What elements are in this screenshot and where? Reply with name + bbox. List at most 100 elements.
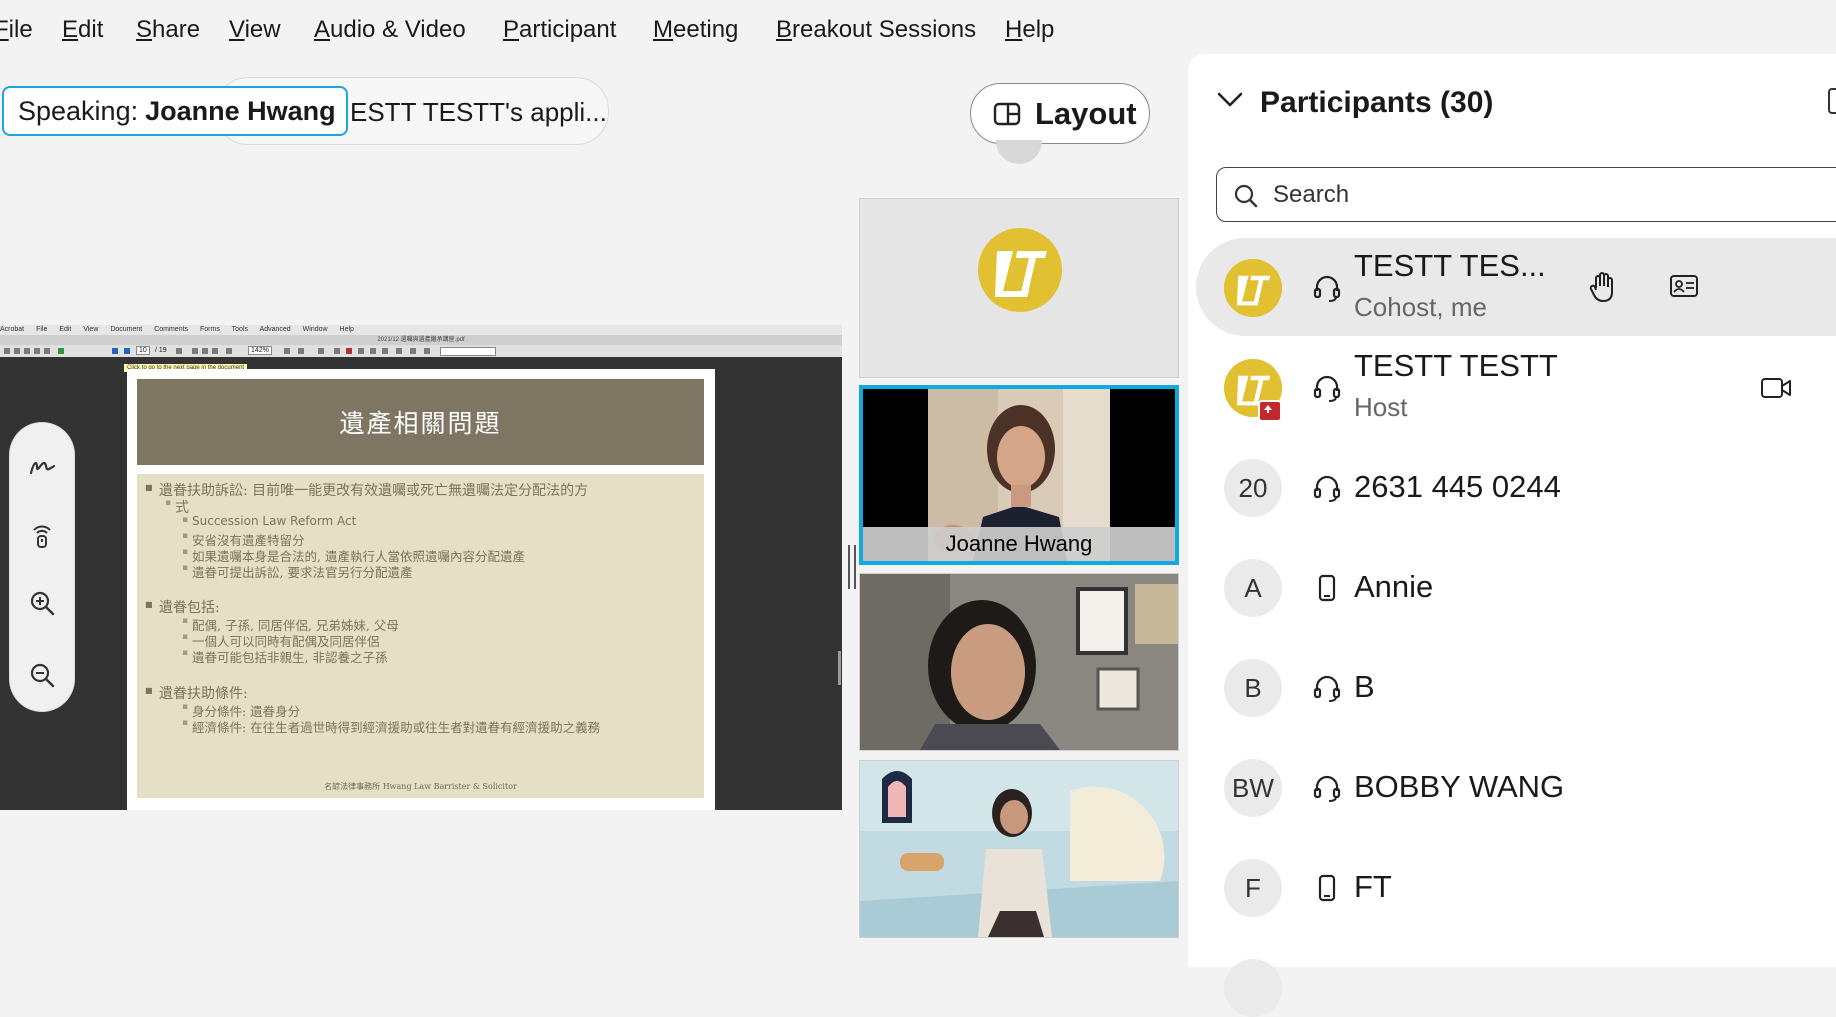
participant-row[interactable]: F FT: [1196, 838, 1836, 936]
headset-icon: [1313, 775, 1341, 802]
laser-pointer-icon[interactable]: [26, 519, 58, 551]
participant-role: Cohost, me: [1354, 292, 1487, 322]
search-icon: [1234, 184, 1258, 208]
zoom-out-icon[interactable]: [26, 659, 58, 691]
acrobat-menu-item: Comments: [154, 326, 189, 333]
layout-icon: [993, 102, 1021, 125]
menu-bar: File Edit Share View Audio & Video Parti…: [0, 0, 1190, 64]
menu-help[interactable]: Help: [1005, 16, 1054, 44]
video-feed: [860, 574, 1178, 750]
menu-edit[interactable]: Edit: [62, 16, 103, 44]
phone-icon: [1318, 874, 1336, 902]
sharing-label: ESTT TESTT's appli...: [350, 97, 607, 127]
speaking-name: Joanne Hwang: [145, 95, 336, 126]
slide-body: 遺眷扶助訴訟: 目前唯一能更改有效遺囑或死亡無遺囑法定分配法的方 式 Succe…: [137, 474, 704, 798]
slide-sub-bullet: 遺眷可能包括非親生, 非認養之子孫: [182, 647, 387, 666]
participant-name: TESTT TES...: [1354, 248, 1546, 283]
participant-role: Host: [1354, 392, 1408, 422]
acrobat-toolbar: 10 / 19 142%: [0, 345, 842, 357]
company-logo-avatar: [978, 228, 1062, 312]
participants-panel: Participants (30) TESTT TES... Cohost, m…: [1188, 54, 1836, 1017]
raise-hand-icon[interactable]: [1588, 270, 1618, 304]
video-tile-avatar[interactable]: [859, 198, 1179, 378]
slide-sub-bullet: 經濟條件: 在往生者過世時得到經濟援助或往生者對遺眷有經濟援助之義務: [182, 717, 600, 736]
video-tile-active-speaker[interactable]: Joanne Hwang: [859, 385, 1179, 565]
layout-button[interactable]: Layout: [970, 83, 1150, 144]
id-card-icon[interactable]: [1669, 274, 1699, 298]
participant-avatar: 20: [1224, 459, 1282, 517]
participant-avatar-partial: [1224, 959, 1282, 1017]
menu-audio-video[interactable]: Audio & Video: [314, 16, 466, 44]
acrobat-menu-item: Document: [110, 326, 143, 333]
participant-row[interactable]: A Annie: [1196, 538, 1836, 636]
menu-view[interactable]: View: [229, 16, 281, 44]
participant-avatar: B: [1224, 659, 1282, 717]
menu-participant[interactable]: Participant: [503, 16, 616, 44]
slide-sub-bullet: 遺眷可提出訴訟, 要求法官另行分配遺產: [182, 562, 412, 581]
shared-screen[interactable]: Acrobat File Edit View Document Comments…: [0, 325, 842, 810]
chevron-down-icon[interactable]: [1216, 90, 1244, 110]
acrobat-page-total: / 19: [155, 347, 167, 354]
pen-icon[interactable]: [26, 451, 58, 483]
slide-bullet-continuation: 式: [165, 497, 189, 517]
zoom-in-icon[interactable]: [26, 587, 58, 619]
splitter-handle[interactable]: [848, 545, 856, 589]
headset-icon: [1313, 275, 1341, 302]
headset-icon: [1313, 475, 1341, 502]
layout-label: Layout: [1035, 95, 1137, 131]
acrobat-page-input: 10: [136, 346, 150, 355]
annotation-toolbar: [10, 423, 74, 711]
acrobat-menu-item: View: [83, 326, 99, 333]
headset-icon: [1313, 375, 1341, 402]
popout-icon[interactable]: [1828, 88, 1836, 114]
participant-row[interactable]: B B: [1196, 638, 1836, 736]
search-input[interactable]: [1271, 178, 1795, 212]
headset-icon: [1313, 675, 1341, 702]
slide-bullet: 遺眷扶助條件:: [145, 683, 248, 703]
participant-name: Annie: [1354, 569, 1434, 604]
video-feed: [860, 761, 1178, 937]
menu-share[interactable]: Share: [136, 16, 200, 44]
participant-name: TESTT TESTT: [1354, 348, 1558, 383]
participant-avatar: BW: [1224, 759, 1282, 817]
acrobat-window-title: 2021/12 遺囑與遺產繼承講座.pdf: [0, 335, 842, 345]
acrobat-menu-item: Edit: [59, 326, 72, 333]
video-camera-icon[interactable]: [1760, 376, 1792, 400]
participant-name: BOBBY WANG: [1354, 769, 1565, 804]
menu-breakout-sessions[interactable]: Breakout Sessions: [776, 16, 976, 44]
acrobat-menu-item: Window: [302, 326, 328, 333]
participant-row[interactable]: 20 2631 445 0244: [1196, 438, 1836, 536]
acrobat-menu-item: Acrobat: [0, 326, 25, 333]
company-logo-avatar: [1224, 259, 1282, 317]
menu-file[interactable]: File: [0, 16, 33, 44]
layout-handle: [996, 140, 1042, 164]
participant-search[interactable]: [1216, 167, 1836, 222]
acrobat-menu-item: Help: [339, 326, 354, 333]
participant-avatar: A: [1224, 559, 1282, 617]
slide-bullet: 遺眷扶助訴訟: 目前唯一能更改有效遺囑或死亡無遺囑法定分配法的方: [145, 480, 588, 500]
participant-name: FT: [1354, 869, 1392, 904]
acrobat-menu-item: File: [36, 326, 48, 333]
acrobat-menu: Acrobat File Edit View Document Comments…: [0, 325, 842, 335]
video-tile[interactable]: [859, 573, 1179, 751]
sharing-badge-icon: [1258, 400, 1282, 422]
speaking-prefix: Speaking:: [18, 95, 139, 126]
splitter-grip[interactable]: [838, 651, 841, 685]
slide-sub-bullet: Succession Law Reform Act: [182, 514, 356, 528]
participant-row[interactable]: TESTT TESTT Host: [1196, 338, 1836, 436]
slide-footer: 名諺法律事務所 Hwang Law Barrister & Solicitor: [324, 782, 517, 791]
participant-avatar: F: [1224, 859, 1282, 917]
acrobat-menu-item: Tools: [231, 326, 248, 333]
slide-title: 遺產相關問題: [137, 379, 704, 465]
pdf-page: 遺產相關問題 遺眷扶助訴訟: 目前唯一能更改有效遺囑或死亡無遺囑法定分配法的方 …: [127, 369, 715, 810]
slide-bullet: 遺眷包括:: [145, 597, 220, 617]
phone-icon: [1318, 574, 1336, 602]
video-tile[interactable]: [859, 760, 1179, 938]
participant-row[interactable]: BW BOBBY WANG: [1196, 738, 1836, 836]
acrobat-menu-item: Advanced: [259, 326, 291, 333]
menu-meeting[interactable]: Meeting: [653, 16, 738, 44]
tile-name-label: Joanne Hwang: [863, 527, 1175, 561]
participant-row[interactable]: TESTT TES... Cohost, me: [1196, 238, 1836, 336]
participants-title: Participants (30): [1260, 86, 1494, 119]
speaking-indicator: Speaking: Joanne Hwang: [2, 86, 348, 136]
